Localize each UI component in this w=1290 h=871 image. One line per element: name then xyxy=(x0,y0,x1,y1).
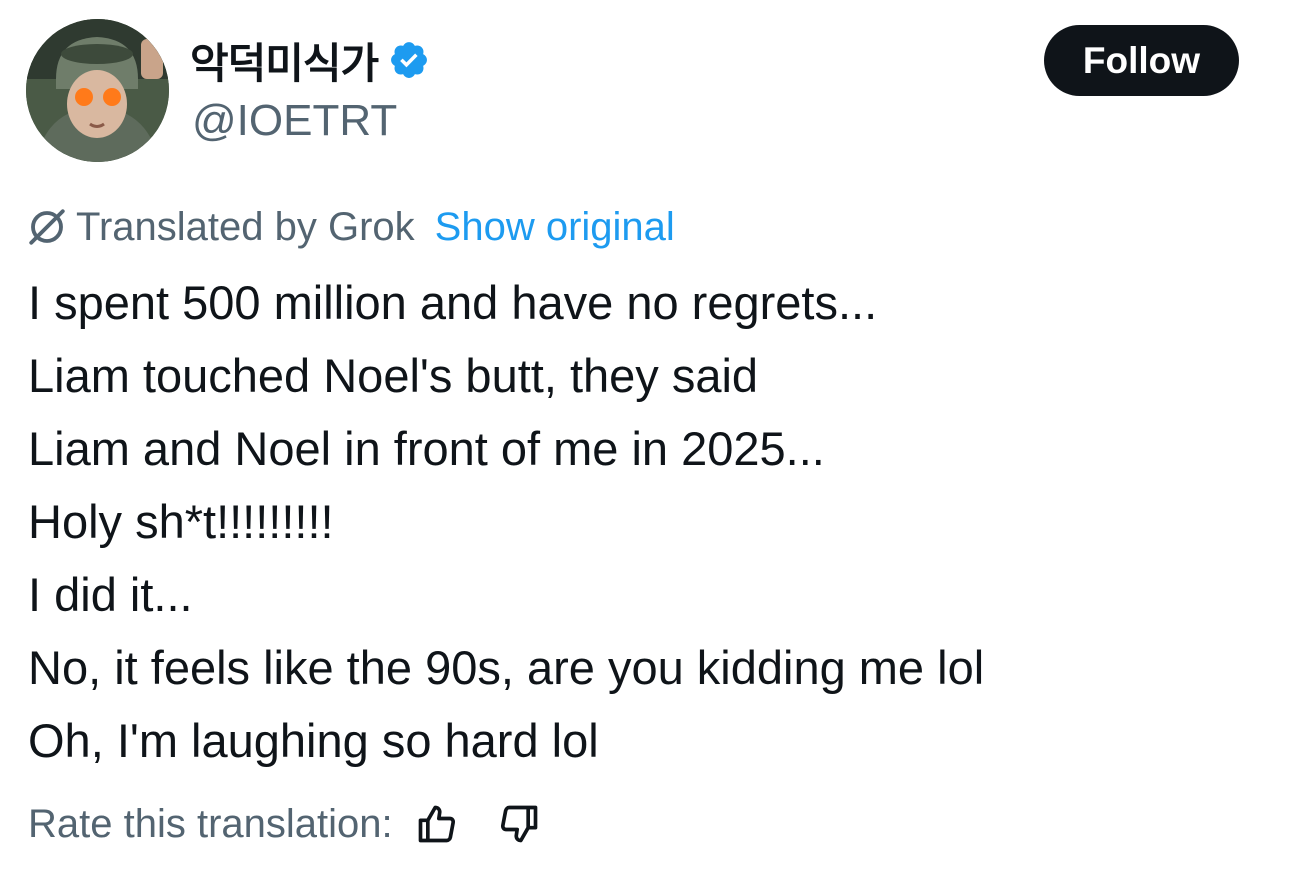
tweet-line: Liam touched Noel's butt, they said xyxy=(28,349,759,402)
tweet-line: Liam and Noel in front of me in 2025... xyxy=(28,422,825,475)
tweet-line: I did it... xyxy=(28,568,193,621)
tweet-line: Oh, I'm laughing so hard lol xyxy=(28,714,599,767)
author-handle[interactable]: @IOETRT xyxy=(192,95,397,147)
rate-translation-label: Rate this translation: xyxy=(28,801,393,846)
avatar[interactable] xyxy=(26,19,169,162)
translation-row: Translated by Grok Show original xyxy=(26,202,675,252)
tweet-text: I spent 500 million and have no regrets.… xyxy=(28,266,1268,777)
translated-by-label: Translated by Grok xyxy=(76,204,415,249)
tweet-line: No, it feels like the 90s, are you kiddi… xyxy=(28,641,985,694)
grok-icon xyxy=(29,209,65,245)
tweet-line: I spent 500 million and have no regrets.… xyxy=(28,276,878,329)
follow-button[interactable]: Follow xyxy=(1044,25,1239,96)
verified-badge-icon xyxy=(391,42,428,78)
rate-translation-row: Rate this translation: xyxy=(28,796,541,852)
author-name-row[interactable]: 악덕미식가 xyxy=(190,30,430,90)
tweet-line: Holy sh*t!!!!!!!!! xyxy=(28,495,334,548)
thumbs-down-icon[interactable] xyxy=(497,802,541,846)
thumbs-up-icon[interactable] xyxy=(415,802,459,846)
display-name[interactable]: 악덕미식가 xyxy=(190,30,379,91)
show-original-link[interactable]: Show original xyxy=(435,205,675,250)
